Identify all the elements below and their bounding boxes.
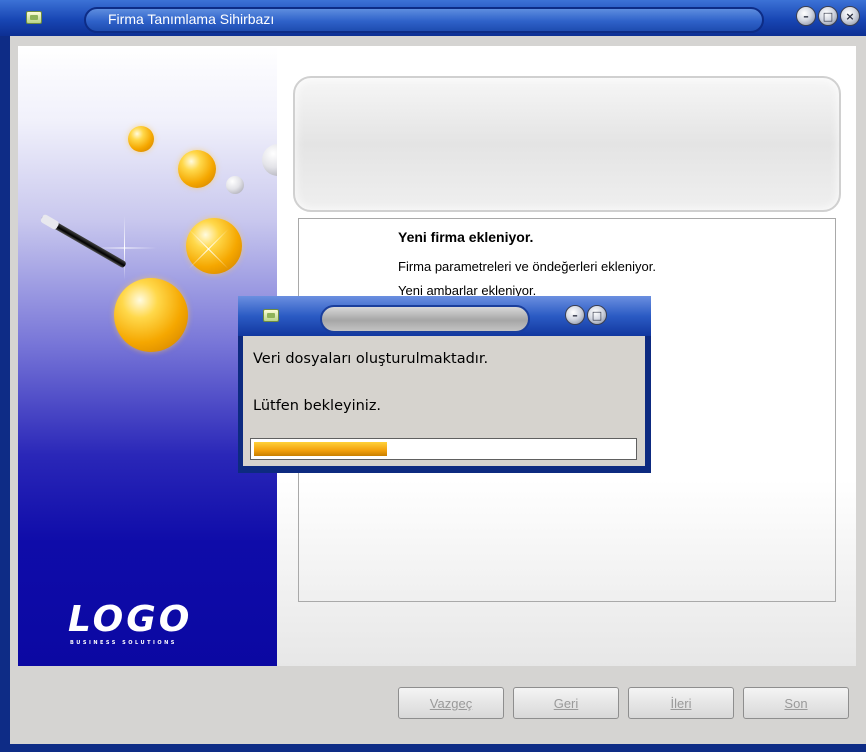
dialog-title-pill [320, 305, 530, 333]
status-line: Firma parametreleri ve öndeğerleri eklen… [398, 259, 656, 274]
dialog-wait-text: Lütfen bekleyiniz. [253, 398, 382, 414]
dialog-minimize-button[interactable]: – [565, 305, 585, 325]
status-title: Yeni firma ekleniyor. [398, 229, 534, 245]
close-button[interactable]: × [840, 6, 860, 26]
orb-decoration [114, 278, 188, 352]
dialog-app-icon[interactable] [263, 309, 279, 322]
back-button[interactable]: Geri [513, 687, 619, 719]
wizard-header-panel [293, 76, 841, 212]
window-title: Firma Tanımlama Sihirbazı [108, 11, 275, 27]
window-app-icon[interactable] [26, 11, 42, 24]
progress-bar-fill [254, 442, 387, 456]
progress-bar [250, 438, 637, 460]
dialog-title-bar[interactable]: – □ [238, 296, 651, 336]
orb-decoration [262, 144, 277, 176]
orb-decoration [226, 176, 244, 194]
orb-decoration [186, 218, 242, 274]
logo: LOGO [68, 599, 193, 640]
orb-decoration [128, 126, 154, 152]
orb-decoration [178, 150, 216, 188]
next-button[interactable]: İleri [628, 687, 734, 719]
dialog-maximize-button[interactable]: □ [587, 305, 607, 325]
maximize-button[interactable]: □ [818, 6, 838, 26]
dialog-message: Veri dosyaları oluşturulmaktadır. [253, 351, 489, 367]
title-bar[interactable]: Firma Tanımlama Sihirbazı – □ × [0, 0, 866, 36]
logo-subtitle: BUSINESS SOLUTIONS [70, 640, 177, 646]
dialog-client-area: Veri dosyaları oluşturulmaktadır. Lütfen… [243, 336, 645, 466]
minimize-button[interactable]: – [796, 6, 816, 26]
finish-button[interactable]: Son [743, 687, 849, 719]
cancel-button[interactable]: Vazgeç [398, 687, 504, 719]
progress-dialog: – □ Veri dosyaları oluşturulmaktadır. Lü… [238, 296, 651, 473]
